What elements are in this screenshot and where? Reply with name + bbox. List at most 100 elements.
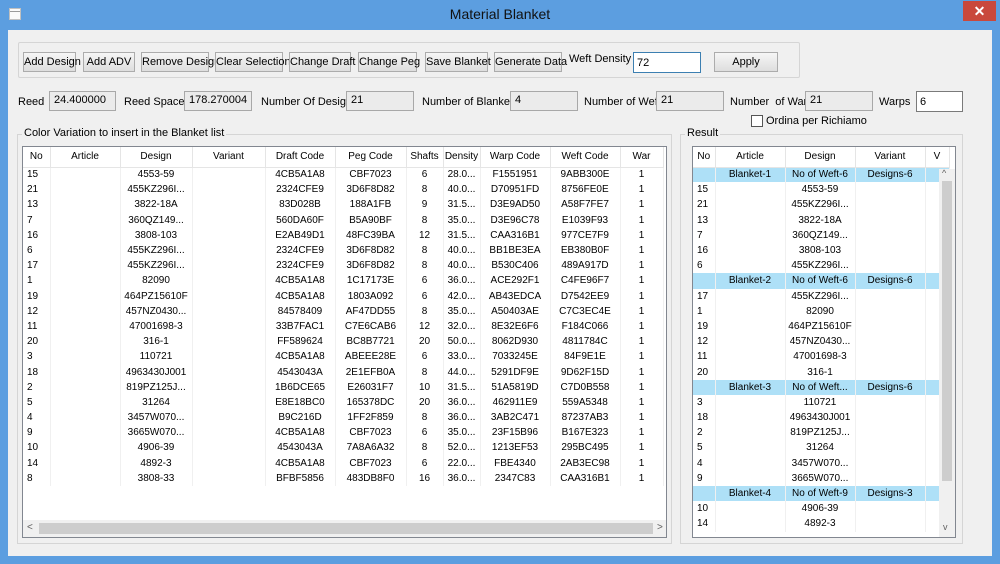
table-cell: 84578409 <box>265 303 336 319</box>
list-item[interactable]: 5 31264 <box>693 440 950 456</box>
list-item[interactable]: 9 3665W070... <box>693 470 950 486</box>
scroll-thumb[interactable] <box>39 523 653 534</box>
color-variation-table[interactable]: No Article Design Variant Draft Code Peg Code… <box>22 146 667 538</box>
list-item[interactable]: 6 455KZ296I... <box>693 258 950 274</box>
list-item[interactable]: 18 4963430J001 <box>693 410 950 426</box>
add-adv-button[interactable]: Add ADV <box>83 52 135 72</box>
list-item[interactable]: 19 464PZ15610F <box>693 318 950 335</box>
scroll-down-icon[interactable]: v <box>943 522 948 532</box>
window-title: Material Blanket <box>449 6 551 22</box>
table-row[interactable]: 15 4553-59 4CB5A1A8 CBF7023 6 28.0... F1551951… <box>23 167 664 183</box>
change-draft-button[interactable]: Change Draft <box>289 52 355 72</box>
list-item[interactable]: 7 360QZ149... <box>693 227 950 243</box>
save-blanket-button[interactable]: Save Blanket <box>425 52 491 72</box>
scroll-right-icon[interactable]: > <box>657 523 663 533</box>
list-item[interactable]: 1 82090 <box>693 303 950 319</box>
blanket-group-row[interactable]: Blanket-1 No of Weft-6 Designs-6 <box>693 167 950 183</box>
list-item[interactable]: 12 457NZ0430... <box>693 334 950 350</box>
table-row[interactable]: 6 455KZ296I... 2324CFE9 3D6F8D82 8 40.0... BB1… <box>23 242 664 259</box>
table-cell: 8 <box>406 364 444 380</box>
blanket-group-row[interactable]: Blanket-4 No of Weft-9 Designs-3 <box>693 485 950 502</box>
list-item[interactable]: 4 3457W070... <box>693 455 950 471</box>
table-cell: 36.0... <box>443 470 481 486</box>
weft-density-input[interactable] <box>633 52 701 73</box>
table-row[interactable]: 21 455KZ296I... 2324CFE9 3D6F8D82 8 40.0... D7… <box>23 182 664 198</box>
color-variation-hscrollbar[interactable]: < > <box>23 520 666 537</box>
table-cell: 2324CFE9 <box>265 182 336 198</box>
table-row[interactable]: 12 457NZ0430... 84578409 AF47DD55 8 35.0... A5… <box>23 303 664 319</box>
scroll-left-icon[interactable]: < <box>27 523 33 533</box>
result-vscrollbar[interactable]: ^ v <box>939 168 955 537</box>
list-item[interactable]: 15 4553-59 <box>693 182 950 198</box>
reed-label: Reed <box>18 96 45 108</box>
table-row[interactable]: 7 360QZ149... 560DA60F B5A90BF 8 35.0... D3E96… <box>23 212 664 228</box>
column-header[interactable]: War <box>620 147 664 168</box>
column-header[interactable]: Weft Code <box>550 147 621 168</box>
table-row[interactable]: 16 3808-103 E2AB49D1 48FC39BA 12 31.5... CAA31… <box>23 227 664 243</box>
result-scroll-thumb[interactable] <box>942 181 952 481</box>
blanket-group-row[interactable]: Blanket-3 No of Weft... Designs-6 <box>693 379 950 395</box>
column-header[interactable]: Warp Code <box>480 147 551 168</box>
column-header[interactable]: No <box>23 147 51 168</box>
table-cell <box>50 318 121 335</box>
table-row[interactable]: 18 4963430J001 4543043A 2E1EFB0A 8 44.0... 529… <box>23 364 664 380</box>
column-header[interactable]: Article <box>50 147 121 168</box>
table-cell <box>50 197 121 213</box>
column-header[interactable]: No <box>693 147 716 168</box>
warps-input[interactable] <box>916 91 963 112</box>
table-row[interactable]: 17 455KZ296I... 2324CFE9 3D6F8D82 8 40.0... B5… <box>23 258 664 274</box>
table-row[interactable]: 5 31264 E8E18BC0 165378DC 20 36.0... 462911E9 5… <box>23 394 664 410</box>
table-row[interactable]: 19 464PZ15610F 4CB5A1A8 1803A092 6 42.0... AB4… <box>23 288 664 304</box>
table-row[interactable]: 10 4906-39 4543043A 7A8A6A32 8 52.0... 1213EF5… <box>23 440 664 456</box>
column-header[interactable]: Draft Code <box>265 147 336 168</box>
column-header[interactable]: Article <box>715 147 786 168</box>
column-header[interactable]: Design <box>120 147 193 168</box>
table-cell: 8 <box>406 242 444 259</box>
list-item[interactable]: 20 316-1 <box>693 364 950 380</box>
scroll-up-icon[interactable]: ^ <box>942 168 946 178</box>
apply-button[interactable]: Apply <box>714 52 778 72</box>
close-button[interactable]: ✕ <box>963 1 996 21</box>
result-table[interactable]: No Article Design Variant V Blanket-1 No of W… <box>692 146 956 538</box>
column-header[interactable]: Design <box>785 147 856 168</box>
ordina-per-richiamo-checkbox[interactable] <box>751 115 763 127</box>
table-cell: 1 <box>620 212 664 228</box>
table-row[interactable]: 13 3822-18A 83D028B 188A1FB 9 31.5... D3E9AD50… <box>23 197 664 213</box>
list-item[interactable]: 10 4906-39 <box>693 501 950 517</box>
list-item[interactable]: 17 455KZ296I... <box>693 288 950 304</box>
table-row[interactable]: 14 4892-3 4CB5A1A8 CBF7023 6 22.0... FBE4340 2A… <box>23 455 664 471</box>
list-item[interactable]: 11 47001698-3 <box>693 349 950 365</box>
remove-design-button[interactable]: Remove Design <box>141 52 220 72</box>
table-cell: 110721 <box>120 349 193 365</box>
table-cell: 15 <box>23 167 51 183</box>
list-item[interactable]: 14 4892-3 <box>693 516 950 532</box>
list-item[interactable]: 16 3808-103 <box>693 242 950 259</box>
generate-data-button[interactable]: Generate Data <box>494 52 567 72</box>
column-header[interactable]: Density <box>443 147 481 168</box>
table-cell: 12 <box>23 303 51 319</box>
table-row[interactable]: 2 819PZ125J... 1B6DCE65 E26031F7 10 31.5... 51… <box>23 379 664 395</box>
table-cell: 9D62F15D <box>550 364 621 380</box>
clear-selection-button[interactable]: Clear Selection <box>215 52 291 72</box>
change-peg-button[interactable]: Change Peg <box>358 52 420 72</box>
table-row[interactable]: 1 82090 4CB5A1A8 1C17173E 6 36.0... ACE292F1 C4… <box>23 273 664 289</box>
column-header[interactable]: Shafts <box>406 147 444 168</box>
table-row[interactable]: 9 3665W070... 4CB5A1A8 CBF7023 6 35.0... 23F15… <box>23 425 664 441</box>
column-header[interactable]: Variant <box>192 147 266 168</box>
blanket-group-row[interactable]: Blanket-2 No of Weft-6 Designs-6 <box>693 273 950 289</box>
column-header[interactable]: Variant <box>855 147 926 168</box>
add-design-button[interactable]: Add Design <box>23 52 81 72</box>
table-row[interactable]: 11 47001698-3 33B7FAC1 C7E6CAB6 12 32.0... 8E3… <box>23 318 664 335</box>
table-row[interactable]: 20 316-1 FF589624 BC8B7721 20 50.0... 8062D930… <box>23 334 664 350</box>
table-row[interactable]: 3 110721 4CB5A1A8 ABEEE28E 6 33.0... 7033245E 8… <box>23 349 664 365</box>
column-header[interactable]: Peg Code <box>335 147 407 168</box>
column-header[interactable]: V <box>925 147 950 168</box>
list-item[interactable]: 3 110721 <box>693 394 950 410</box>
list-item[interactable]: 13 3822-18A <box>693 212 950 228</box>
list-item[interactable]: 2 819PZ125J... <box>693 425 950 441</box>
table-row[interactable]: 8 3808-33 BFBF5856 483DB8F0 16 36.0... 2347C83… <box>23 470 664 486</box>
list-item[interactable]: 21 455KZ296I... <box>693 197 950 213</box>
table-cell <box>192 303 266 319</box>
table-cell: BFBF5856 <box>265 470 336 486</box>
table-row[interactable]: 4 3457W070... B9C216D 1FF2F859 8 36.0... 3AB2C… <box>23 410 664 426</box>
